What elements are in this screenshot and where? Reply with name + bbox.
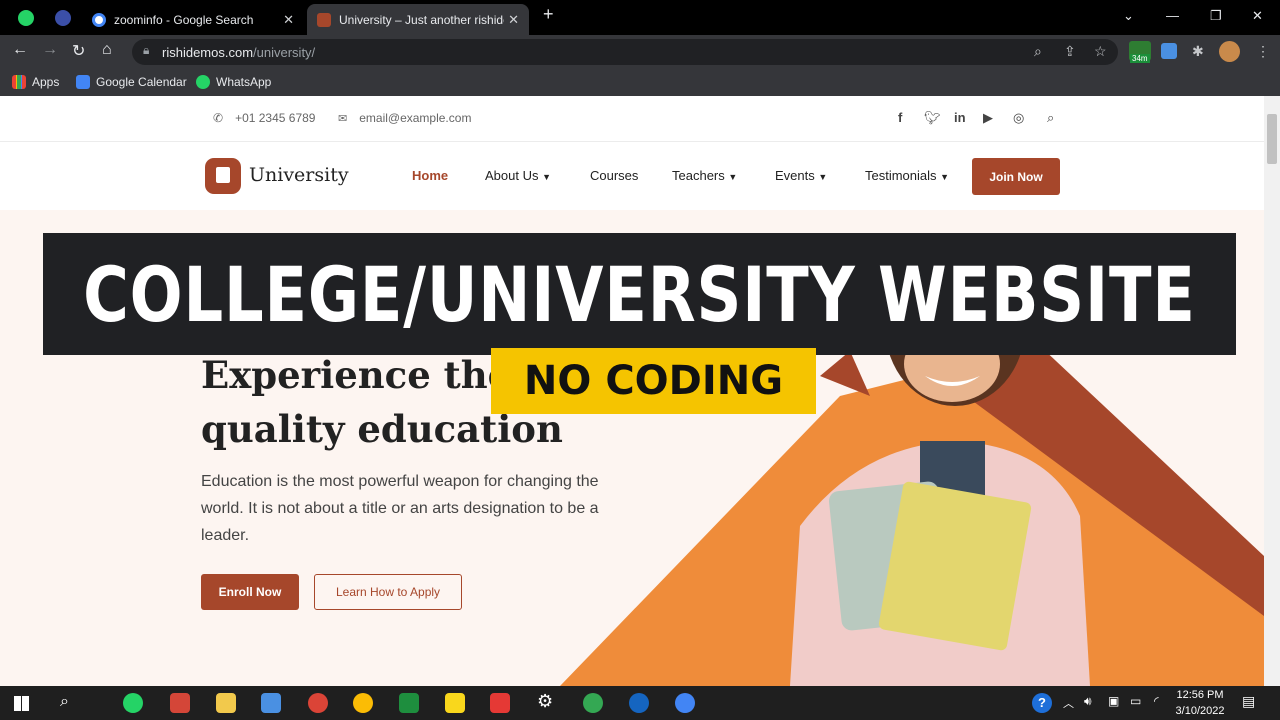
bookmarks-bar: Apps Google Calendar WhatsApp: [0, 68, 1280, 96]
mail-icon: ✉: [338, 112, 348, 125]
nav-home[interactable]: Home: [412, 168, 448, 183]
tab-zoominfo-search[interactable]: zoominfo - Google Search ✕: [82, 4, 304, 35]
nav-courses[interactable]: Courses: [590, 168, 638, 183]
nav-testimonials[interactable]: Testimonials ▼: [865, 168, 949, 183]
notifications-icon[interactable]: ▤: [1242, 693, 1255, 710]
caret-down-icon: ▼: [542, 172, 552, 182]
site-topbar: ✆ +01 2345 6789 ✉ email@example.com f 🐦︎…: [0, 96, 1264, 142]
chrome-profile-icon[interactable]: [675, 693, 695, 713]
reload-icon[interactable]: ↻: [72, 41, 85, 61]
app-icon[interactable]: [261, 693, 281, 713]
help-icon[interactable]: ?: [1032, 693, 1052, 713]
google-icon: [92, 12, 106, 27]
lock-icon: 🔒︎: [143, 43, 150, 57]
app-icon[interactable]: [629, 693, 649, 713]
bookmark-google-calendar[interactable]: Google Calendar: [76, 73, 187, 91]
bookmark-star-icon[interactable]: ☆: [1094, 43, 1107, 60]
facebook-icon[interactable]: f: [898, 110, 902, 125]
twitter-icon[interactable]: 🐦︎: [924, 110, 941, 126]
topbar-phone[interactable]: ✆ +01 2345 6789: [213, 111, 315, 125]
browser-tab-strip: zoominfo - Google Search ✕ University – …: [0, 0, 1280, 35]
file-explorer-icon[interactable]: [216, 693, 236, 713]
enroll-now-button[interactable]: Enroll Now: [201, 574, 299, 610]
caret-down-icon: ▼: [728, 172, 738, 182]
tab-university[interactable]: University – Just another rishiden ✕: [307, 4, 529, 35]
wifi-icon[interactable]: ◜: [1154, 694, 1159, 708]
share-icon[interactable]: ⇪: [1064, 43, 1076, 60]
topbar-email[interactable]: ✉ email@example.com: [338, 111, 471, 125]
tab-search-chevron-icon[interactable]: ⌄: [1123, 8, 1134, 24]
volume-icon[interactable]: 🔊︎: [1084, 694, 1092, 709]
hero-description: Education is the most powerful weapon fo…: [201, 473, 599, 544]
search-icon[interactable]: ⌕: [1047, 110, 1054, 126]
profile-avatar[interactable]: [1219, 41, 1240, 62]
nav-about-us[interactable]: About Us ▼: [485, 168, 551, 183]
bookmark-apps[interactable]: Apps: [12, 73, 59, 91]
rust-corner-shape: [820, 351, 870, 396]
app-icon[interactable]: [490, 693, 510, 713]
meet-icon[interactable]: ▣: [1108, 694, 1119, 708]
extension-icon[interactable]: [1161, 43, 1177, 59]
nav-events[interactable]: Events ▼: [775, 168, 827, 183]
phone-icon: ✆: [213, 111, 224, 125]
menu-kebab-icon[interactable]: ⋮: [1256, 43, 1270, 60]
extension-timer-icon[interactable]: 34m: [1129, 41, 1151, 63]
back-arrow-icon[interactable]: ←: [12, 41, 28, 59]
clock-date[interactable]: 3/10/2022: [1170, 705, 1230, 717]
home-icon[interactable]: ⌂: [102, 41, 112, 59]
windows-start-icon[interactable]: [14, 696, 29, 711]
close-tab-icon[interactable]: ✕: [508, 12, 519, 28]
new-tab-plus-icon[interactable]: +: [543, 4, 554, 25]
sticky-notes-icon[interactable]: [445, 693, 465, 713]
apps-grid-icon: [12, 75, 26, 89]
caret-down-icon: ▼: [940, 172, 950, 182]
tray-chevron-up-icon[interactable]: ︿: [1063, 695, 1074, 711]
search-icon[interactable]: ⌕: [60, 693, 69, 711]
university-favicon-icon: [317, 12, 331, 27]
browser-toolbar: ← → ↻ ⌂ 🔒︎ rishidemos.com/university/ ⌕ …: [0, 35, 1280, 68]
learn-how-to-apply-button[interactable]: Learn How to Apply: [314, 574, 462, 610]
whatsapp-icon[interactable]: [123, 693, 143, 713]
logo-icon[interactable]: [205, 158, 241, 194]
whatsapp-pinned-tab-icon[interactable]: [18, 10, 34, 26]
close-tab-icon[interactable]: ✕: [283, 12, 294, 28]
youtube-icon[interactable]: ▶: [983, 110, 993, 126]
pinned-tab-icon[interactable]: [55, 10, 71, 26]
zoom-icon[interactable]: ⌕: [1034, 43, 1042, 60]
caret-down-icon: ▼: [818, 172, 828, 182]
address-bar[interactable]: 🔒︎ rishidemos.com/university/: [132, 39, 1118, 65]
overlay-banner: COLLEGE/UNIVERSITY WEBSITE: [43, 233, 1236, 355]
page-scrollbar[interactable]: [1264, 96, 1280, 686]
join-now-button[interactable]: Join Now: [972, 158, 1060, 195]
calendar-icon: [76, 75, 90, 89]
overlay-tag: NO CODING: [491, 348, 816, 414]
chrome-profile-icon[interactable]: [583, 693, 603, 713]
forward-arrow-icon[interactable]: →: [42, 41, 58, 59]
battery-icon[interactable]: ▭: [1130, 694, 1141, 708]
clock-time[interactable]: 12:56 PM: [1170, 689, 1230, 701]
notebook-shape: [878, 481, 1032, 651]
site-logo[interactable]: University: [249, 164, 349, 186]
restore-icon[interactable]: ❐: [1210, 8, 1222, 24]
windows-taskbar: ⌕ ⚙ ? ︿ 🔊︎ ▣ ▭ ◜ 12:56 PM 3/10/2022 ▤: [0, 686, 1280, 720]
settings-gear-icon[interactable]: ⚙: [537, 691, 553, 712]
minimize-icon[interactable]: —: [1166, 8, 1179, 23]
scrollbar-thumb[interactable]: [1267, 114, 1277, 164]
app-icon[interactable]: [399, 693, 419, 713]
gmail-icon[interactable]: [170, 693, 190, 713]
chrome-profile-icon[interactable]: [353, 693, 373, 713]
chrome-icon[interactable]: [308, 693, 328, 713]
linkedin-icon[interactable]: in: [954, 110, 966, 125]
puzzle-extensions-icon[interactable]: ✱: [1192, 43, 1204, 60]
whatsapp-icon: [196, 75, 210, 89]
nav-teachers[interactable]: Teachers ▼: [672, 168, 737, 183]
instagram-icon[interactable]: ◎: [1013, 110, 1024, 126]
bookmark-whatsapp[interactable]: WhatsApp: [196, 73, 271, 91]
close-window-icon[interactable]: ✕: [1252, 8, 1263, 24]
